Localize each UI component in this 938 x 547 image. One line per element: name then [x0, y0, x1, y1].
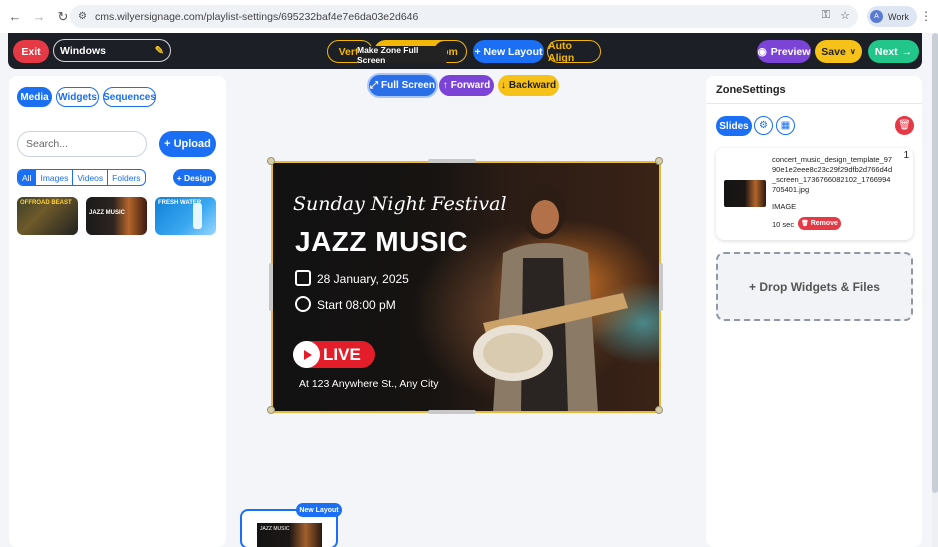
poster-date: 28 January, 2025 [317, 272, 409, 286]
resize-handle-left[interactable] [269, 263, 273, 311]
design-button[interactable]: + Design [173, 169, 216, 186]
resize-handle-bottom[interactable] [428, 410, 476, 414]
browser-menu-icon[interactable]: ⋮ [920, 9, 932, 23]
url-text: cms.wilyersignage.com/playlist-settings/… [94, 10, 419, 23]
zone-backward-button[interactable]: ↓ Backward [498, 75, 559, 96]
zone-settings-title: ZoneSettings [716, 84, 786, 96]
playlist-name-input[interactable]: Windows ✎ [53, 39, 171, 62]
media-thumbnail[interactable]: OFFROAD BEAST [17, 197, 78, 235]
drop-widgets-zone[interactable]: + Drop Widgets & Files [716, 252, 913, 321]
next-button[interactable]: Next → [868, 40, 919, 63]
profile-chip[interactable]: A Work [867, 6, 917, 27]
new-layout-button[interactable]: + New Layout [473, 40, 544, 63]
filter-all[interactable]: All [18, 170, 37, 185]
slide-number: 1 [903, 150, 909, 161]
poster-address: At 123 Anywhere St., Any City [299, 378, 439, 390]
backward-label: Backward [508, 80, 557, 91]
filter-videos[interactable]: Videos [73, 170, 109, 185]
address-bar[interactable]: ⚙ cms.wilyersignage.com/playlist-setting… [70, 5, 858, 28]
calendar-schedule-icon[interactable]: ▦ [776, 116, 795, 135]
site-info-icon[interactable]: ⚙ [78, 11, 87, 22]
media-thumbnail[interactable]: FRESH WATER [155, 197, 216, 235]
filter-folders[interactable]: Folders [108, 170, 144, 185]
expand-icon: ⤢ [370, 80, 379, 91]
slide-duration[interactable]: 10 sec [772, 220, 794, 229]
pencil-icon[interactable]: ✎ [155, 44, 164, 57]
slide-card[interactable]: 1 concert_music_design_template_9790e1e2… [716, 148, 913, 240]
preview-label: Preview [770, 45, 811, 58]
profile-avatar: A [870, 10, 883, 23]
media-panel: Media Widgets Sequences Search... + Uplo… [9, 76, 226, 547]
profile-label: Work [888, 11, 909, 22]
slides-button[interactable]: Slides [716, 116, 752, 136]
thumbnail-text: OFFROAD BEAST [20, 200, 72, 206]
resize-handle-top[interactable] [428, 159, 476, 163]
editor-toolbar: Exit Windows ✎ Verti om Make Zone Full S… [8, 33, 922, 69]
eye-icon: ◉ [757, 45, 767, 58]
media-thumbnail[interactable]: JAZZ MUSIC [86, 197, 147, 235]
preview-button[interactable]: ◉ Preview [757, 40, 811, 63]
browser-chrome: ← → ↻ ⚙ cms.wilyersignage.com/playlist-s… [0, 0, 938, 33]
forward-label: Forward [450, 80, 491, 91]
auto-align-button[interactable]: Auto Align [547, 40, 601, 64]
upload-button[interactable]: + Upload [159, 131, 216, 157]
remove-label: Remove [810, 220, 838, 227]
playlist-name-value: Windows [60, 44, 106, 57]
arrow-right-icon: → [901, 45, 913, 58]
play-icon [293, 341, 320, 368]
remove-slide-button[interactable]: 🗑 Remove [798, 217, 841, 230]
live-label: LIVE [323, 344, 361, 364]
zone-forward-button[interactable]: ↑ Forward [439, 75, 494, 96]
bottle-icon [193, 203, 202, 229]
zone-settings-panel: ZoneSettings Slides ⚙ ▦ 🗑 1 concert_musi… [706, 76, 922, 547]
slide-filename: concert_music_design_template_9790e1e2ee… [772, 155, 893, 194]
arrow-down-icon: ↓ [500, 80, 506, 91]
thumbnail-text: JAZZ MUSIC [89, 210, 125, 216]
next-label: Next [874, 45, 898, 58]
full-screen-tooltip: Make Zone Full Screen [357, 45, 447, 65]
divider [706, 103, 922, 104]
exit-button[interactable]: Exit [13, 40, 49, 63]
calendar-icon [295, 270, 311, 286]
save-button[interactable]: Save ∨ [815, 40, 862, 63]
poster-script-title: Sunday Night Festival [293, 193, 507, 215]
arrow-up-icon: ↑ [442, 80, 448, 91]
new-layout-badge: New Layout [296, 503, 342, 517]
chevron-down-icon: ∨ [849, 47, 856, 56]
full-screen-label: Full Screen [381, 80, 435, 91]
layout-mini-preview: JAZZ MUSIC [257, 523, 322, 547]
tab-media[interactable]: Media [17, 87, 52, 107]
delete-zone-icon[interactable]: 🗑 [895, 116, 914, 135]
tab-sequences[interactable]: Sequences [103, 87, 156, 107]
zone-full-screen-button[interactable]: ⤢ Full Screen [369, 75, 436, 96]
back-arrow-icon[interactable]: ← [6, 8, 24, 26]
poster-time: Start 08:00 pM [317, 298, 396, 312]
forward-arrow-icon[interactable]: → [30, 8, 48, 26]
trash-icon: 🗑 [801, 221, 809, 227]
settings-gear-icon[interactable]: ⚙ [754, 116, 773, 135]
poster-main-title: JAZZ MUSIC [295, 226, 468, 257]
resize-handle-bottom-right[interactable] [655, 406, 663, 414]
slide-thumbnail [724, 180, 766, 207]
filter-images[interactable]: Images [36, 170, 74, 185]
bookmark-star-icon[interactable]: ☆ [840, 9, 850, 22]
media-filter-group: All Images Videos Folders [17, 169, 146, 186]
slide-type: IMAGE [772, 202, 797, 211]
resize-handle-right[interactable] [659, 263, 663, 311]
resize-handle-top-right[interactable] [655, 157, 663, 165]
layout-zone[interactable]: Sunday Night Festival JAZZ MUSIC 28 Janu… [271, 161, 661, 413]
resize-handle-bottom-left[interactable] [267, 406, 275, 414]
password-key-icon[interactable]: ⚿ [822, 9, 830, 22]
page-scrollbar-thumb[interactable] [932, 33, 938, 493]
layout-mini-text: JAZZ MUSIC [260, 526, 290, 532]
resize-handle-top-left[interactable] [267, 157, 275, 165]
tab-widgets[interactable]: Widgets [56, 87, 99, 107]
clock-icon [295, 296, 311, 312]
search-input[interactable]: Search... [17, 131, 147, 157]
save-label: Save [821, 45, 846, 58]
live-badge: LIVE [293, 341, 375, 368]
